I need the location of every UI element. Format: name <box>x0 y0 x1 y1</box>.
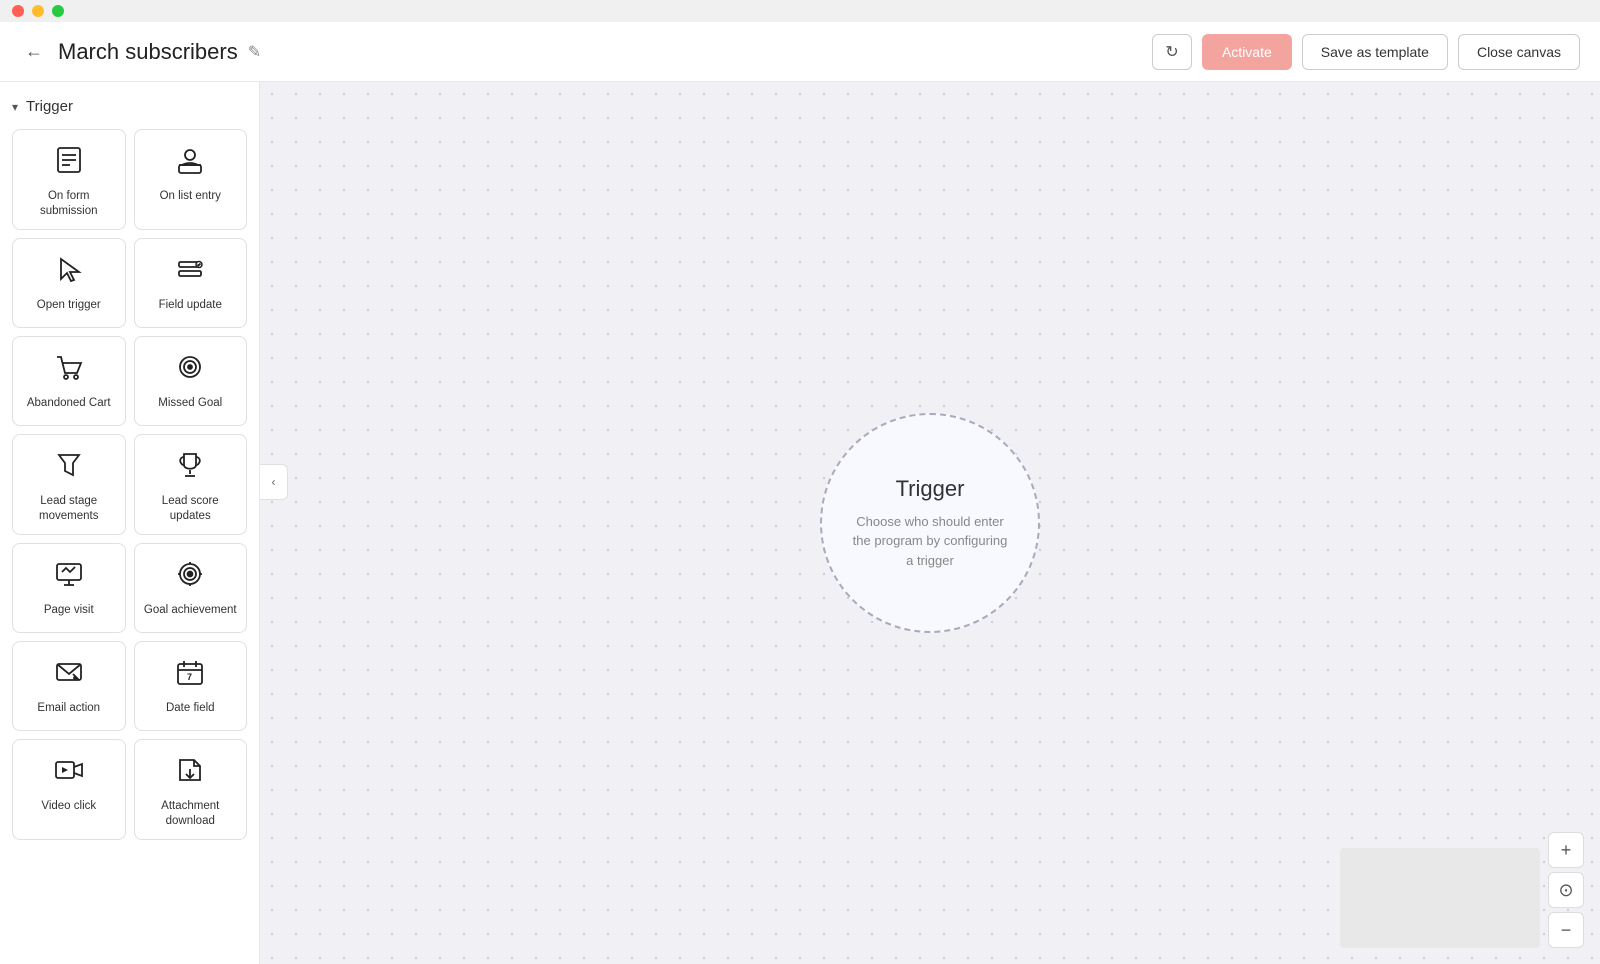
person-icon <box>174 144 206 181</box>
zoom-out-icon: − <box>1561 920 1572 941</box>
trigger-item-open-trigger[interactable]: Open trigger <box>12 238 126 328</box>
trigger-node[interactable]: Trigger Choose who should enter the prog… <box>820 413 1040 633</box>
zoom-in-button[interactable]: + <box>1548 832 1584 868</box>
email-icon <box>53 656 85 693</box>
trigger-item-label: Goal achievement <box>144 603 237 618</box>
zoom-reset-button[interactable]: ⊙ <box>1548 872 1584 908</box>
trigger-item-date-field[interactable]: 7 Date field <box>134 641 248 731</box>
trigger-item-email-action[interactable]: Email action <box>12 641 126 731</box>
trigger-item-attachment-download[interactable]: Attachment download <box>134 739 248 840</box>
trigger-item-on-list-entry[interactable]: On list entry <box>134 129 248 230</box>
trigger-item-abandoned-cart[interactable]: Abandoned Cart <box>12 336 126 426</box>
chevron-down-icon[interactable]: ▾ <box>12 100 18 114</box>
trigger-item-label: Email action <box>37 701 100 716</box>
form-icon <box>53 144 85 181</box>
activate-button[interactable]: Activate <box>1202 34 1292 70</box>
save-template-button[interactable]: Save as template <box>1302 34 1448 70</box>
sidebar: ▾ Trigger On form submission <box>0 82 260 964</box>
zoom-in-icon: + <box>1561 840 1572 861</box>
trigger-item-label: Video click <box>41 799 96 814</box>
close-canvas-button[interactable]: Close canvas <box>1458 34 1580 70</box>
monitor-icon <box>53 558 85 595</box>
zoom-controls: + ⊙ − <box>1548 832 1584 948</box>
trigger-item-lead-score-updates[interactable]: Lead score updates <box>134 434 248 535</box>
refresh-button[interactable]: ↻ <box>1152 34 1192 70</box>
trigger-item-label: Field update <box>159 298 222 313</box>
target-icon <box>174 351 206 388</box>
header-left: ← March subscribers ✎ <box>20 38 1152 66</box>
page-title: March subscribers <box>58 39 238 65</box>
dot-yellow[interactable] <box>32 5 44 17</box>
trigger-item-page-visit[interactable]: Page visit <box>12 543 126 633</box>
field-icon <box>174 253 206 290</box>
trigger-item-missed-goal[interactable]: Missed Goal <box>134 336 248 426</box>
trigger-item-video-click[interactable]: Video click <box>12 739 126 840</box>
trigger-item-goal-achievement[interactable]: Goal achievement <box>134 543 248 633</box>
dot-green[interactable] <box>52 5 64 17</box>
minimap <box>1340 848 1540 948</box>
trigger-item-label: Abandoned Cart <box>27 396 111 411</box>
trigger-item-label: Lead score updates <box>143 494 239 524</box>
svg-text:7: 7 <box>187 672 192 682</box>
collapse-icon: ‹ <box>272 475 276 489</box>
cart-icon <box>53 351 85 388</box>
calendar-icon: 7 <box>174 656 206 693</box>
edit-icon[interactable]: ✎ <box>248 42 261 62</box>
zoom-out-button[interactable]: − <box>1548 912 1584 948</box>
video-icon <box>53 754 85 791</box>
trigger-item-label: Page visit <box>44 603 94 618</box>
header-right: ↻ Activate Save as template Close canvas <box>1152 34 1580 70</box>
trigger-item-label: Date field <box>166 701 215 716</box>
trigger-item-label: Missed Goal <box>158 396 222 411</box>
trigger-item-on-form-submission[interactable]: On form submission <box>12 129 126 230</box>
header: ← March subscribers ✎ ↻ Activate Save as… <box>0 22 1600 82</box>
trigger-grid: On form submission On list entry Open <box>12 129 247 840</box>
trigger-item-label: Lead stage movements <box>21 494 117 524</box>
canvas[interactable]: Trigger Choose who should enter the prog… <box>260 82 1600 964</box>
attachment-icon <box>174 754 206 791</box>
trigger-item-field-update[interactable]: Field update <box>134 238 248 328</box>
trigger-node-description: Choose who should enter the program by c… <box>852 512 1008 571</box>
zoom-reset-icon: ⊙ <box>1558 880 1573 901</box>
titlebar <box>0 0 1600 22</box>
refresh-icon: ↻ <box>1165 42 1178 62</box>
dot-red[interactable] <box>12 5 24 17</box>
sidebar-collapse-button[interactable]: ‹ <box>260 464 288 500</box>
trigger-item-label: On form submission <box>21 189 117 219</box>
sidebar-section-label: Trigger <box>26 98 73 115</box>
goal-icon <box>174 558 206 595</box>
cursor-icon <box>53 253 85 290</box>
trigger-item-label: Open trigger <box>37 298 101 313</box>
trigger-node-title: Trigger <box>896 476 965 502</box>
sidebar-section-header: ▾ Trigger <box>12 98 247 115</box>
trigger-item-label: On list entry <box>160 189 221 204</box>
trigger-item-label: Attachment download <box>143 799 239 829</box>
back-button[interactable]: ← <box>20 38 48 66</box>
trophy-icon <box>174 449 206 486</box>
trigger-item-lead-stage-movements[interactable]: Lead stage movements <box>12 434 126 535</box>
funnel-icon <box>53 449 85 486</box>
